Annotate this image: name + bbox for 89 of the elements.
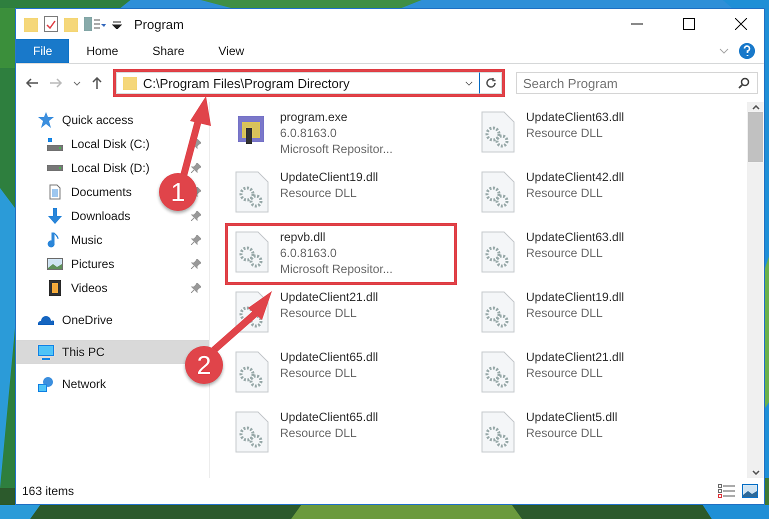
- search-field[interactable]: Search Program: [516, 72, 758, 94]
- file-item[interactable]: UpdateClient5.dll Resource DLL: [474, 406, 700, 456]
- sidebar-item[interactable]: Music: [16, 228, 108, 252]
- file-detail: Resource DLL: [280, 186, 358, 200]
- scrollbar-thumb[interactable]: [748, 112, 763, 162]
- sidebar-item[interactable]: Network: [16, 372, 112, 396]
- up-arrow-icon: [91, 76, 103, 90]
- download-icon: [47, 208, 63, 224]
- item-count: 163 items: [22, 484, 76, 498]
- file-item[interactable]: UpdateClient63.dll Resource DLL: [474, 106, 700, 156]
- ribbon-tab[interactable]: Home: [69, 39, 136, 63]
- back-arrow-icon: [25, 78, 39, 88]
- refresh-icon: [484, 77, 496, 89]
- file-detail: Microsoft Repositor...: [280, 142, 393, 156]
- file-item[interactable]: UpdateClient65.dll Resource DLL: [228, 406, 454, 456]
- cloud-icon: [38, 316, 54, 324]
- file-detail: Resource DLL: [280, 426, 358, 440]
- maximize-icon: [683, 18, 695, 30]
- file-item[interactable]: UpdateClient21.dll Resource DLL: [474, 346, 700, 396]
- file-name[interactable]: UpdateClient65.dll: [280, 410, 378, 424]
- sidebar-item[interactable]: Pictures: [16, 252, 120, 276]
- sidebar-item[interactable]: Videos: [16, 276, 114, 300]
- file-detail: Resource DLL: [526, 126, 604, 140]
- sidebar-item[interactable]: Downloads: [16, 204, 136, 228]
- sidebar-item[interactable]: Documents: [16, 180, 138, 204]
- network-icon: [38, 376, 54, 392]
- document-icon: [47, 184, 63, 200]
- scroll-up-icon[interactable]: [752, 105, 760, 110]
- sidebar-item[interactable]: Quick access: [16, 108, 140, 132]
- file-item[interactable]: UpdateClient19.dll Resource DLL: [474, 286, 700, 336]
- file-item[interactable]: UpdateClient63.dll Resource DLL: [474, 226, 700, 276]
- scroll-down-icon[interactable]: [752, 470, 760, 475]
- view-options-icon: [84, 16, 106, 32]
- file-name[interactable]: repvb.dll: [280, 230, 393, 244]
- ribbon-tab[interactable]: File: [16, 39, 70, 63]
- new-folder-icon: [64, 16, 78, 32]
- file-detail: Resource DLL: [526, 306, 604, 320]
- file-detail: 6.0.8163.0: [280, 126, 338, 140]
- file-name[interactable]: UpdateClient5.dll: [526, 410, 618, 424]
- arrow: [212, 291, 272, 353]
- file-detail: Resource DLL: [526, 426, 604, 440]
- customize-toolbar-icon: [112, 19, 122, 29]
- film-icon: [47, 280, 63, 296]
- chevron-down-icon: [73, 80, 81, 86]
- file-name[interactable]: UpdateClient63.dll: [526, 230, 624, 244]
- file-name[interactable]: UpdateClient65.dll: [280, 350, 378, 364]
- file-name[interactable]: UpdateClient42.dll: [526, 170, 624, 184]
- minimize-icon: [631, 23, 643, 25]
- address-bar[interactable]: C:\Program Files\Program Directory: [116, 72, 480, 94]
- file-item[interactable]: program.exe 6.0.8163.0 Microsoft Repositor...: [228, 106, 454, 156]
- file-name[interactable]: UpdateClient19.dll: [526, 290, 624, 304]
- file-detail: Resource DLL: [280, 366, 358, 380]
- file-item[interactable]: UpdateClient42.dll Resource DLL: [474, 166, 700, 216]
- file-name[interactable]: UpdateClient19.dll: [280, 170, 378, 184]
- file-detail: Microsoft Repositor...: [280, 262, 393, 276]
- folder-icon: [123, 76, 137, 90]
- file-name[interactable]: UpdateClient21.dll: [526, 350, 624, 364]
- file-detail: Resource DLL: [526, 246, 604, 260]
- file-name[interactable]: program.exe: [280, 110, 393, 124]
- file-detail: Resource DLL: [526, 366, 604, 380]
- file-item[interactable]: UpdateClient19.dll Resource DLL: [228, 166, 454, 216]
- star-icon: [38, 112, 54, 128]
- scrollbar[interactable]: [747, 102, 764, 478]
- file-detail: Resource DLL: [280, 306, 358, 320]
- large-icons-view-icon[interactable]: [742, 484, 758, 498]
- ribbon-tab[interactable]: View: [201, 39, 262, 63]
- sidebar-item[interactable]: Local Disk (C:): [16, 132, 156, 156]
- drive-icon: [47, 165, 63, 171]
- search-icon: [738, 77, 750, 89]
- picture-icon: [47, 256, 63, 272]
- close-icon: [735, 18, 747, 30]
- file-item[interactable]: repvb.dll 6.0.8163.0 Microsoft Repositor...: [228, 226, 454, 282]
- file-name[interactable]: UpdateClient21.dll: [280, 290, 378, 304]
- ribbon-tab[interactable]: Share: [135, 39, 202, 63]
- file-item[interactable]: UpdateClient65.dll Resource DLL: [228, 346, 454, 396]
- forward-arrow-icon: [49, 78, 63, 88]
- drive-icon: [47, 138, 63, 150]
- chevron-down-icon: [465, 80, 473, 86]
- monitor-icon: [38, 344, 54, 360]
- folder-icon: [24, 16, 38, 32]
- file-name[interactable]: UpdateClient63.dll: [526, 110, 624, 124]
- sidebar-item[interactable]: OneDrive: [16, 308, 119, 332]
- file-detail: 6.0.8163.0: [280, 246, 338, 260]
- refresh-button[interactable]: [480, 72, 502, 94]
- details-view-icon[interactable]: [718, 484, 736, 498]
- sidebar-item[interactable]: Local Disk (D:): [16, 156, 156, 180]
- properties-icon: [44, 16, 58, 32]
- file-detail: Resource DLL: [526, 186, 604, 200]
- window-title: Program: [134, 16, 185, 32]
